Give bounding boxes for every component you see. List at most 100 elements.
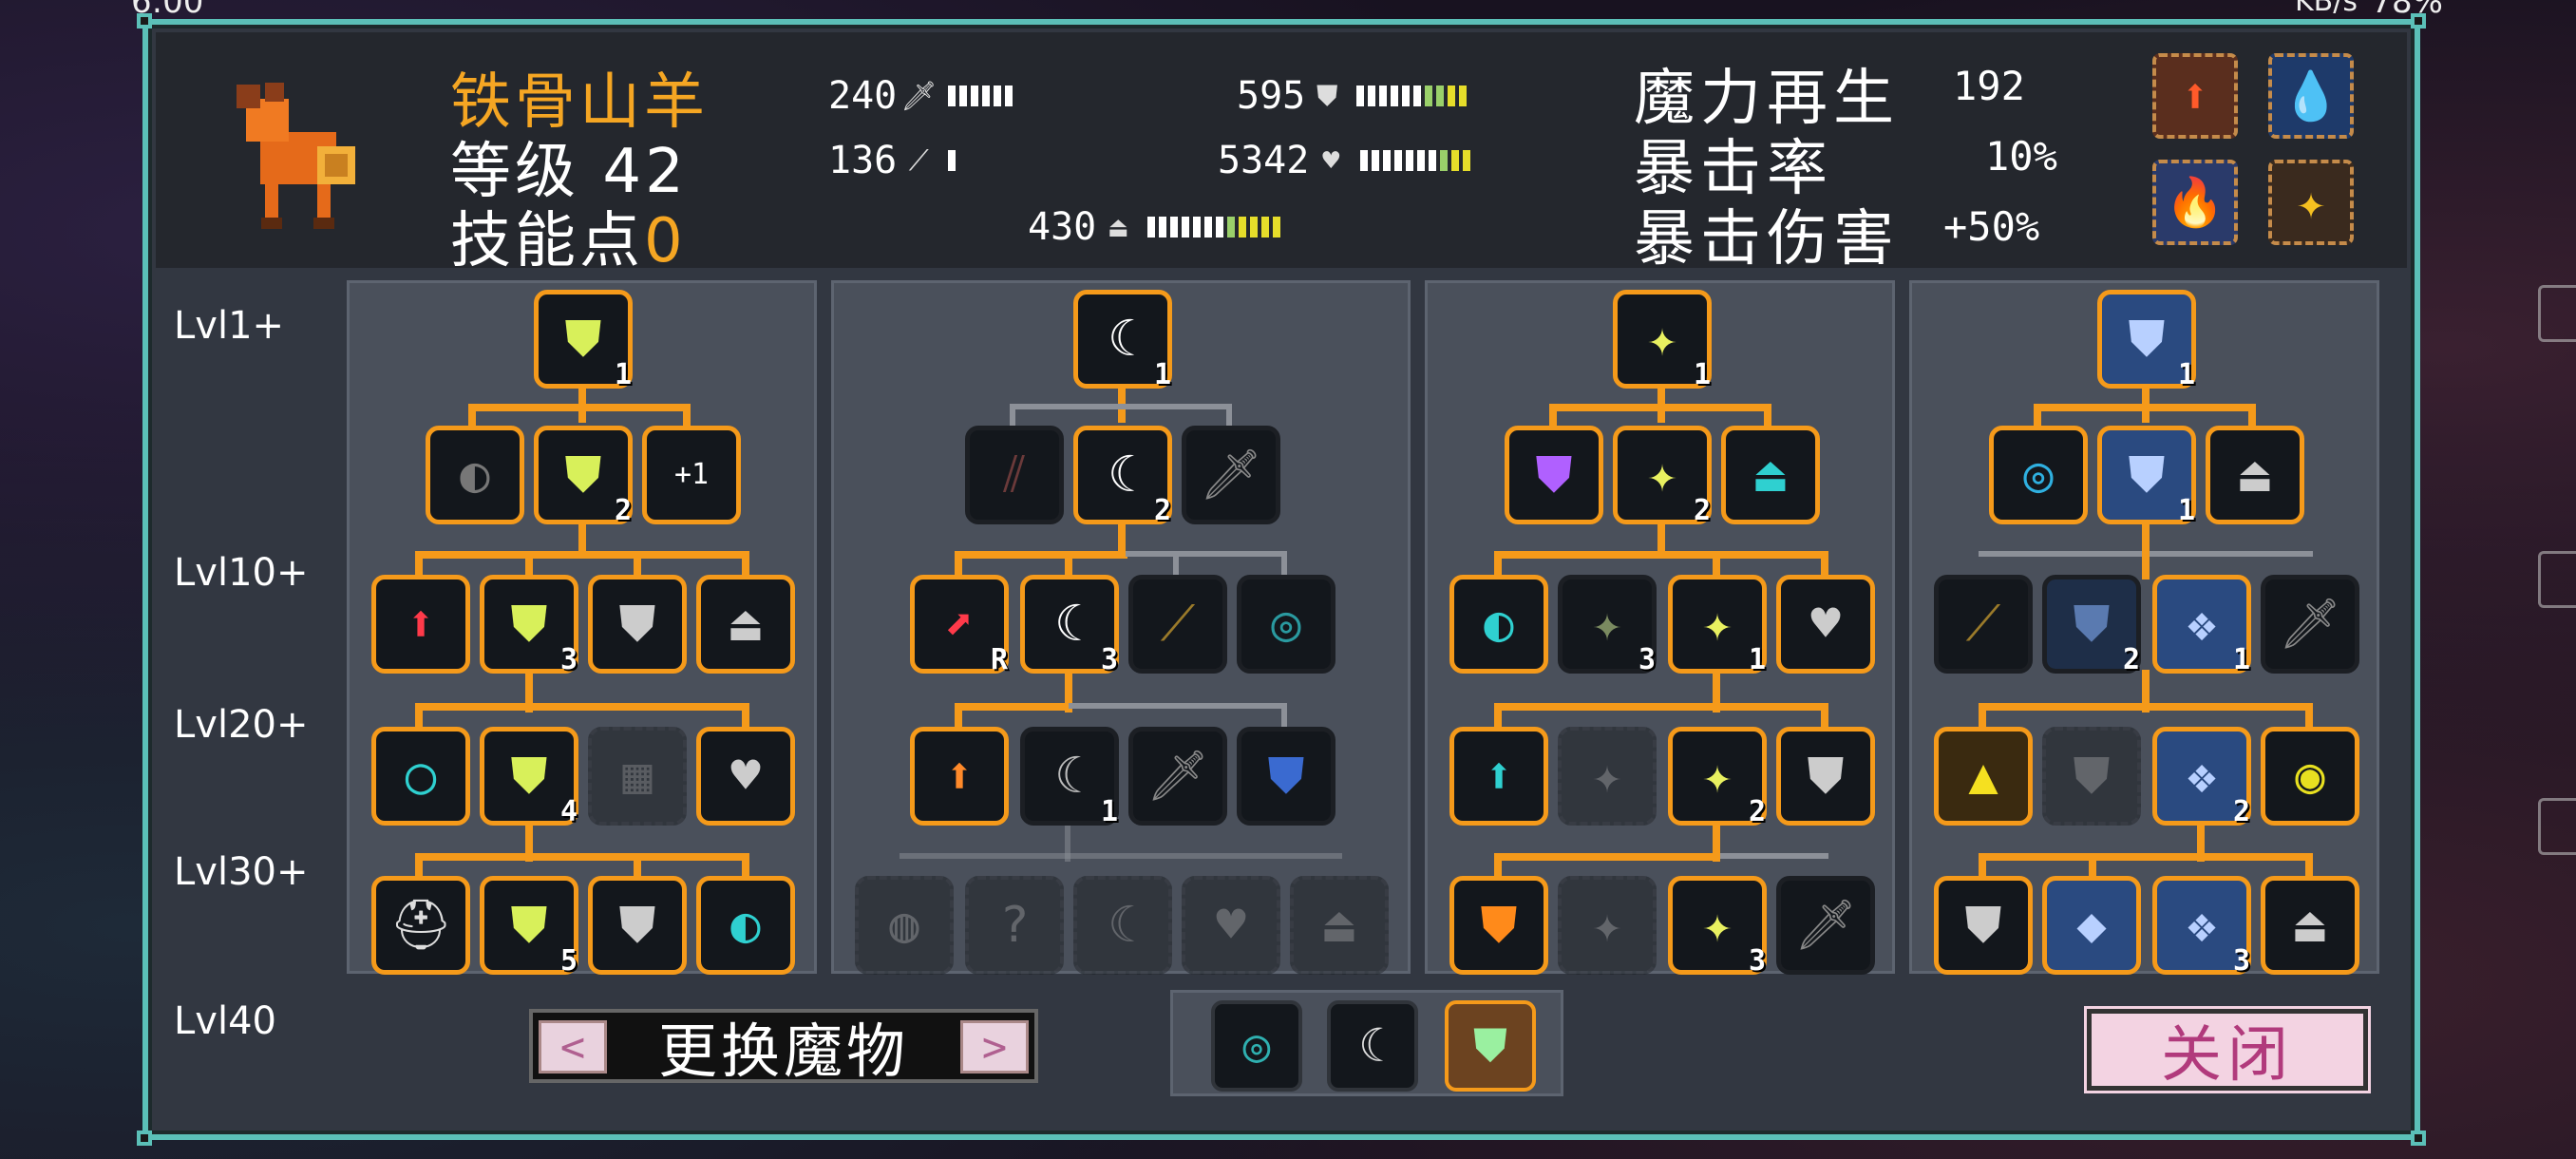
skill-node-green-shield-3[interactable]: ⛊ 3 (480, 575, 578, 676)
skill-node-yellow-orb[interactable]: ◉ (2261, 727, 2359, 826)
skill-node-sparkle-shield[interactable]: ✦ 1 (1613, 290, 1712, 391)
level-label-10: Lvl10+ (174, 551, 309, 595)
next-arrow-button[interactable]: > (960, 1020, 1029, 1074)
skill-node-attack-stat[interactable]: 🗡 (1182, 426, 1280, 524)
back-nav-button[interactable] (2538, 285, 2576, 342)
skill-node-defense-stat-3[interactable]: ⛊ (1776, 727, 1875, 826)
skill-node-defense-stat-2[interactable]: ⛊ (588, 876, 687, 975)
skill-node-orange-shield[interactable]: ⛊ (1449, 876, 1548, 975)
crit-dmg-label: 暴击伤害 (1634, 204, 1900, 275)
skill-node-triple-sparkle[interactable]: ✦ 1 (1668, 575, 1767, 676)
skill-node-defense-stat[interactable]: ⛊ (588, 575, 687, 674)
skill-node-claw-slash[interactable]: ☾ 1 (1073, 290, 1172, 391)
skill-node-claw-slash-4[interactable]: ☾ 1 (1020, 727, 1119, 828)
skill-node-dark-orb[interactable]: ◐ (426, 426, 524, 524)
speed-value: 136 (828, 139, 898, 182)
level-label-30: Lvl30+ (174, 850, 309, 894)
tree-tab-vortex-icon[interactable]: ◎ (1211, 1000, 1302, 1092)
skill-node-mana-stat-5[interactable]: ⏏ (2261, 876, 2359, 975)
skill-node-locked-a[interactable]: ◍ (855, 876, 954, 975)
tree-tab-shield-icon[interactable]: ⛊ (1445, 1000, 1536, 1092)
speed-stat: 136 ⟋ (828, 139, 957, 182)
skill-node-sparkle-dim[interactable]: ✦ 3 (1558, 575, 1657, 676)
skill-node-cyan-shield-ring[interactable]: ◐ (1449, 575, 1548, 674)
skill-node-locked-door[interactable]: ▦ (588, 727, 687, 826)
home-nav-button[interactable] (2538, 551, 2576, 608)
skill-node-blue-shield[interactable]: ⛊ 1 (2097, 290, 2196, 391)
skill-node-green-shield[interactable]: ⛊ 1 (534, 290, 633, 391)
sword-icon: 🗡 (900, 79, 938, 113)
skill-node-attack-stat-2[interactable]: 🗡 (1128, 727, 1227, 826)
skill-node-locked-sparkle-2[interactable]: ✦ (1558, 876, 1657, 975)
skill-node-blue-shield-break[interactable]: ⛊ (1237, 727, 1335, 826)
buff-fire-shield-icon[interactable]: 🔥 (2152, 160, 2238, 245)
skill-node-locked-mana[interactable]: ⏏ (1290, 876, 1389, 975)
level-label-20: Lvl20+ (174, 703, 309, 747)
tree-tab-claw-icon[interactable]: ☾ (1327, 1000, 1418, 1092)
tree-selector: ◎ ☾ ⛊ (1170, 990, 1563, 1096)
skill-node-locked-sparkle[interactable]: ✦ (1558, 727, 1657, 826)
status-network: KB/s (2295, 0, 2358, 18)
skill-node-dark-vortex[interactable]: ◎ (1237, 575, 1335, 674)
skill-node-attack-up[interactable]: ⬆ (371, 575, 470, 674)
skill-node-sparkle-shield-2[interactable]: ✦ 2 (1613, 426, 1712, 527)
skill-node-cyan-ring[interactable]: ◯ (371, 727, 470, 826)
skill-node-scratch[interactable]: ⫽ (965, 426, 1064, 524)
skill-node-cyan-dagger[interactable]: ◐ (696, 876, 795, 975)
skill-node-mana-stat[interactable]: ⏏ (696, 575, 795, 674)
hp-value: 5342 (1218, 139, 1310, 182)
skill-node-double-shield-dim[interactable]: ⛊ 2 (2042, 575, 2141, 676)
skill-node-triple-sparkle-2[interactable]: ✦ 2 (1668, 727, 1767, 828)
skill-node-triple-sparkle-3[interactable]: ✦ 3 (1668, 876, 1767, 978)
skill-node-helmet[interactable]: ⛑ (371, 876, 470, 975)
prev-arrow-button[interactable]: < (539, 1020, 607, 1074)
skill-points: 技能点0 (450, 192, 687, 279)
skill-node-locked-claw[interactable]: ☾ (1073, 876, 1172, 975)
skill-node-golden-blade-2[interactable]: ⟋ (1934, 575, 2033, 674)
level-label-40: Lvl40 (174, 999, 276, 1043)
skill-node-blue-guard-2[interactable]: ❖ 2 (2152, 727, 2251, 828)
swap-monster-label: 更换魔物 (657, 1016, 909, 1086)
buff-attack-up-icon[interactable]: ⬆ (2152, 53, 2238, 139)
r-badge: R (990, 643, 1008, 676)
skill-node-plus-one[interactable]: +1 (642, 426, 741, 524)
skill-node-hp-stat-3[interactable]: ♥ (1776, 575, 1875, 674)
skill-node-rage-r[interactable]: ⬈ R (910, 575, 1009, 676)
skill-node-attack-stat-3[interactable]: 🗡 (1776, 876, 1875, 975)
buff-sparkle-icon[interactable]: ✦ (2268, 160, 2354, 245)
skill-node-golden-blade[interactable]: ⟋ (1128, 575, 1227, 674)
skill-node-blue-crystal[interactable]: ◆ (2042, 876, 2141, 975)
skill-node-green-shield-2[interactable]: ⛊ 2 (534, 426, 633, 527)
recent-nav-button[interactable] (2538, 798, 2576, 855)
mana-stat: 430 ⏏ (1028, 205, 1281, 249)
skill-node-locked-question[interactable]: ? (965, 876, 1064, 975)
skill-node-blue-guard[interactable]: ❖ 1 (2152, 575, 2251, 676)
skill-node-cyan-arrow[interactable]: ⬆ (1449, 727, 1548, 826)
swap-monster-button[interactable]: < 更换魔物 > (529, 1009, 1038, 1086)
skill-node-claw-slash-3[interactable]: ☾ 3 (1020, 575, 1119, 676)
defense-value: 595 (1237, 74, 1306, 118)
skill-node-mana-stat-4[interactable]: ⏏ (2206, 426, 2304, 524)
skill-node-green-shield-4[interactable]: ⛊ 4 (480, 727, 578, 828)
close-button[interactable]: 关闭 (2087, 1009, 2368, 1091)
skill-node-blue-ring[interactable]: ◎ (1989, 426, 2088, 524)
buff-water-shield-icon[interactable]: 💧 (2268, 53, 2354, 139)
skill-node-claw-slash-2[interactable]: ☾ 2 (1073, 426, 1172, 527)
skill-node-locked-hp[interactable]: ♥ (1182, 876, 1280, 975)
skill-node-locked-shield[interactable]: ⛊ (2042, 727, 2141, 826)
skill-node-defense-stat-4[interactable]: ⛊ (1934, 876, 2033, 975)
goat-avatar-icon (237, 83, 355, 229)
skill-node-cyan-mana[interactable]: ⏏ (1721, 426, 1820, 524)
skill-node-hp-stat[interactable]: ♥ (696, 727, 795, 826)
skill-node-attack-stat-4[interactable]: 🗡 (2261, 575, 2359, 674)
skill-node-green-shield-5[interactable]: ⛊ 5 (480, 876, 578, 978)
potion-icon: ⏏ (1109, 210, 1127, 244)
attack-value: 240 (828, 74, 898, 118)
skill-node-double-shield[interactable]: ⛊ 1 (2097, 426, 2196, 527)
skill-node-blue-guard-3[interactable]: ❖ 3 (2152, 876, 2251, 978)
wand-icon: ⟋ (908, 143, 929, 178)
defense-stat: 595 ⛊ (1237, 74, 1468, 118)
skill-node-purple-shield[interactable]: ⛊ (1505, 426, 1603, 524)
skill-node-golden-pyramid[interactable]: ▲ (1934, 727, 2033, 826)
skill-node-orange-up[interactable]: ⬆ (910, 727, 1009, 826)
